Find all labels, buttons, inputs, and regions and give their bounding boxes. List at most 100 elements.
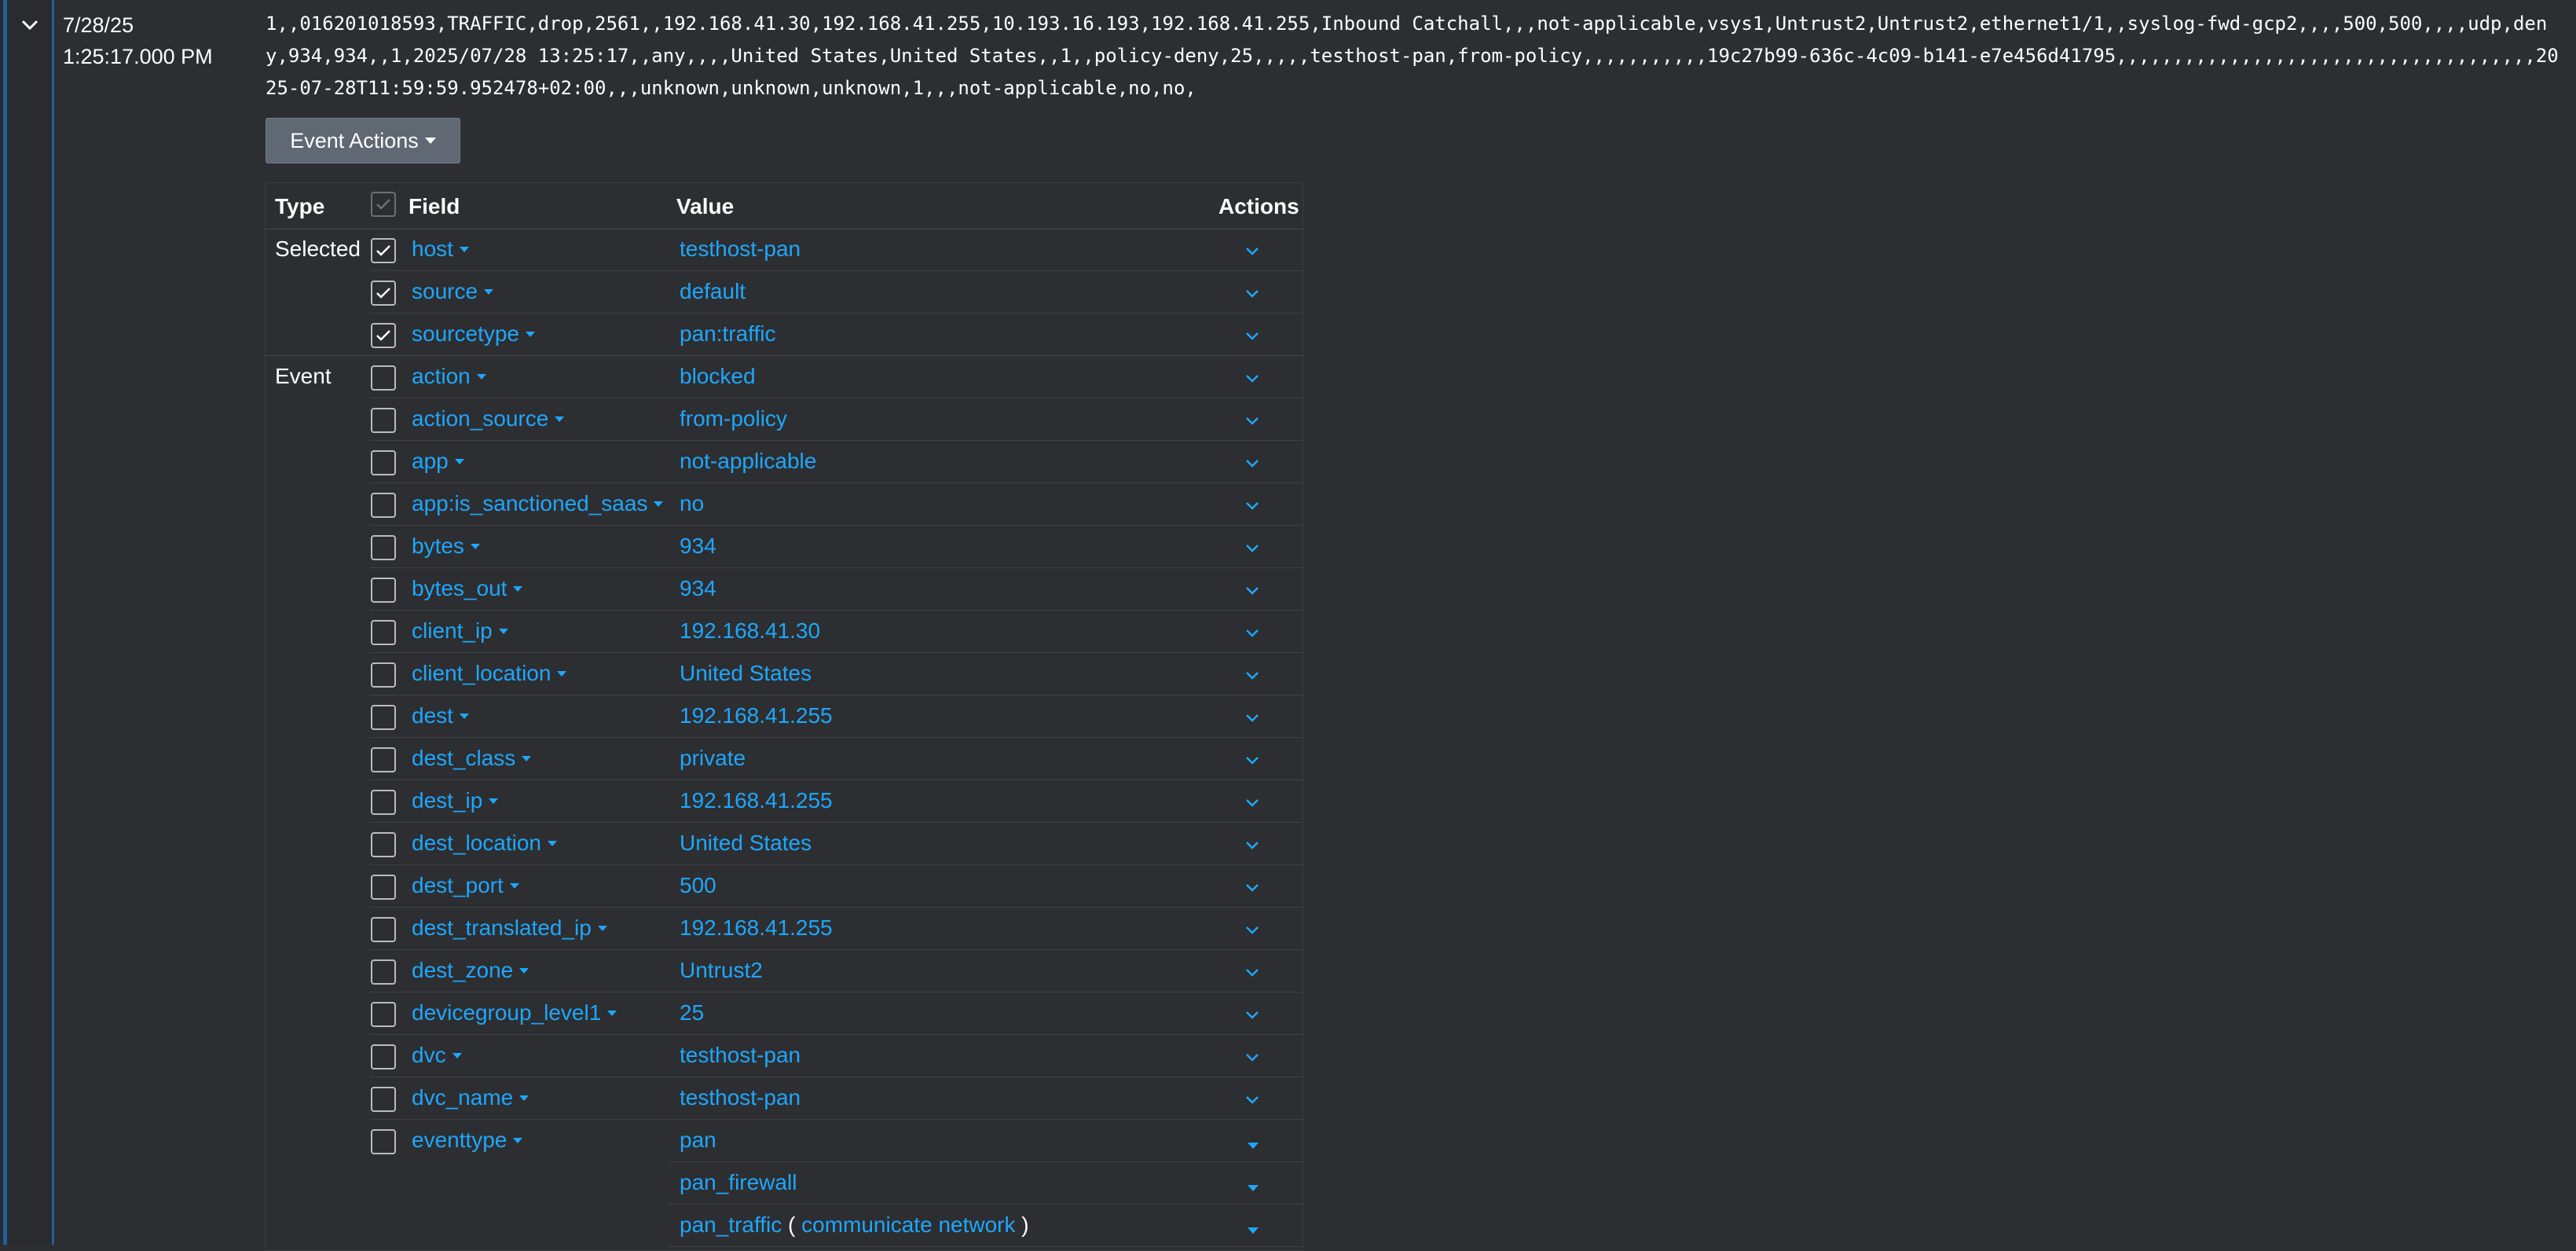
field-checkbox[interactable] [371,1129,396,1154]
field-value-link[interactable]: not-applicable [680,449,816,474]
field-value-link[interactable]: 934 [680,576,716,601]
field-value-link[interactable]: default [680,279,746,304]
field-checkbox[interactable] [371,323,396,348]
field-value-link[interactable]: blocked [680,364,756,389]
field-checkbox[interactable] [371,450,396,475]
field-name-link[interactable]: dest_location [412,831,558,856]
field-value-link[interactable]: pan [680,1128,716,1153]
field-checkbox[interactable] [371,1087,396,1112]
field-value-link[interactable]: 192.168.41.30 [680,618,820,644]
field-checkbox[interactable] [371,408,396,433]
field-actions-toggle[interactable] [1240,747,1265,772]
field-value-link[interactable]: pan_firewall [680,1170,797,1194]
field-value-link[interactable]: United States [680,661,812,686]
field-name-link[interactable]: devicegroup_level1 [412,1000,617,1025]
field-actions-toggle[interactable] [1240,323,1265,348]
field-checkbox[interactable] [371,959,396,985]
field-value-link[interactable]: pan:traffic [680,321,775,347]
value-actions-caret[interactable] [1248,1139,1259,1153]
field-value-link[interactable]: testhost-pan [680,237,801,262]
field-value-link[interactable]: from-policy [680,406,787,431]
field-actions-toggle[interactable] [1240,450,1265,475]
field-checkbox[interactable] [371,705,396,730]
field-value-link[interactable]: 192.168.41.255 [680,915,833,941]
field-checkbox[interactable] [371,662,396,688]
field-actions-toggle[interactable] [1240,790,1265,815]
field-value-link[interactable]: pan_traffic [680,1212,782,1237]
field-name-link[interactable]: host [412,237,469,262]
field-name-link[interactable]: dest [412,703,469,728]
field-name-link[interactable]: client_ip [412,618,508,644]
field-name-link[interactable]: dest_zone [412,958,529,983]
field-checkbox[interactable] [371,1044,396,1069]
field-checkbox[interactable] [371,578,396,603]
field-checkbox[interactable] [371,238,396,263]
field-checkbox[interactable] [371,790,396,815]
field-name-link[interactable]: dvc [412,1043,462,1068]
field-actions-toggle[interactable] [1240,917,1265,942]
field-value-link[interactable]: testhost-pan [680,1085,801,1110]
field-actions-toggle[interactable] [1240,281,1265,306]
field-checkbox[interactable] [371,832,396,857]
field-name-link[interactable]: eventtype [412,1128,523,1153]
field-name-link[interactable]: sourcetype [412,321,535,347]
field-value-link[interactable]: no [680,491,704,516]
field-actions-toggle[interactable] [1240,832,1265,857]
field-checkbox[interactable] [371,1002,396,1027]
eventtype-value-row: pan_traffic ( communicate network ) [266,1205,1303,1247]
field-actions-toggle[interactable] [1240,365,1265,391]
field-name-link[interactable]: app [412,449,464,474]
field-name-link[interactable]: dest_ip [412,788,499,813]
field-actions-toggle[interactable] [1240,578,1265,603]
field-actions-toggle[interactable] [1240,1002,1265,1027]
field-actions-toggle[interactable] [1240,1044,1265,1069]
tag-link[interactable]: communicate [801,1212,933,1237]
field-actions-toggle[interactable] [1240,408,1265,433]
field-value-link[interactable]: private [680,746,746,771]
field-name-link[interactable]: dvc_name [412,1085,529,1110]
field-checkbox[interactable] [371,493,396,518]
field-name-link[interactable]: dest_translated_ip [412,915,607,941]
field-checkbox[interactable] [371,365,396,391]
field-actions-toggle[interactable] [1240,875,1265,900]
field-checkbox[interactable] [371,620,396,645]
field-checkbox[interactable] [371,747,396,772]
field-actions-toggle[interactable] [1240,493,1265,518]
field-value-link[interactable]: 500 [680,873,716,898]
field-actions-toggle[interactable] [1240,705,1265,730]
field-actions-toggle[interactable] [1240,535,1265,560]
field-checkbox[interactable] [371,281,396,306]
value-actions-caret[interactable] [1248,1181,1259,1195]
tag-link[interactable]: network [938,1212,1015,1237]
field-value-link[interactable]: testhost-pan [680,1043,801,1068]
field-actions-toggle[interactable] [1240,238,1265,263]
field-name-link[interactable]: action [412,364,486,389]
field-name-link[interactable]: action_source [412,406,565,431]
field-actions-toggle[interactable] [1240,959,1265,985]
field-checkbox[interactable] [371,535,396,560]
field-name-link[interactable]: dest_port [412,873,519,898]
field-name-link[interactable]: client_location [412,661,567,686]
field-name-link[interactable]: bytes_out [412,576,523,601]
field-name-link[interactable]: dest_class [412,746,532,771]
field-actions-toggle[interactable] [1240,1087,1265,1112]
field-name-link[interactable]: app:is_sanctioned_saas [412,491,664,516]
field-checkbox[interactable] [371,875,396,900]
field-actions-toggle[interactable] [1240,662,1265,688]
event-actions-button[interactable]: Event Actions [266,118,460,163]
field-name-link[interactable]: bytes [412,534,480,559]
table-row: dest_zone Untrust2 [266,950,1303,992]
field-value-link[interactable]: 192.168.41.255 [680,788,833,813]
field-name: action [412,364,471,388]
field-actions-toggle[interactable] [1240,620,1265,645]
field-value-link[interactable]: 934 [680,534,716,559]
collapse-event-toggle[interactable] [16,11,44,39]
field-value-link[interactable]: 25 [680,1000,704,1025]
select-all-checkbox[interactable] [371,192,396,217]
field-checkbox[interactable] [371,917,396,942]
field-value-link[interactable]: United States [680,831,812,856]
field-value-link[interactable]: 192.168.41.255 [680,703,833,728]
field-name-link[interactable]: source [412,279,494,304]
field-value-link[interactable]: Untrust2 [680,958,763,983]
value-actions-caret[interactable] [1248,1223,1259,1238]
